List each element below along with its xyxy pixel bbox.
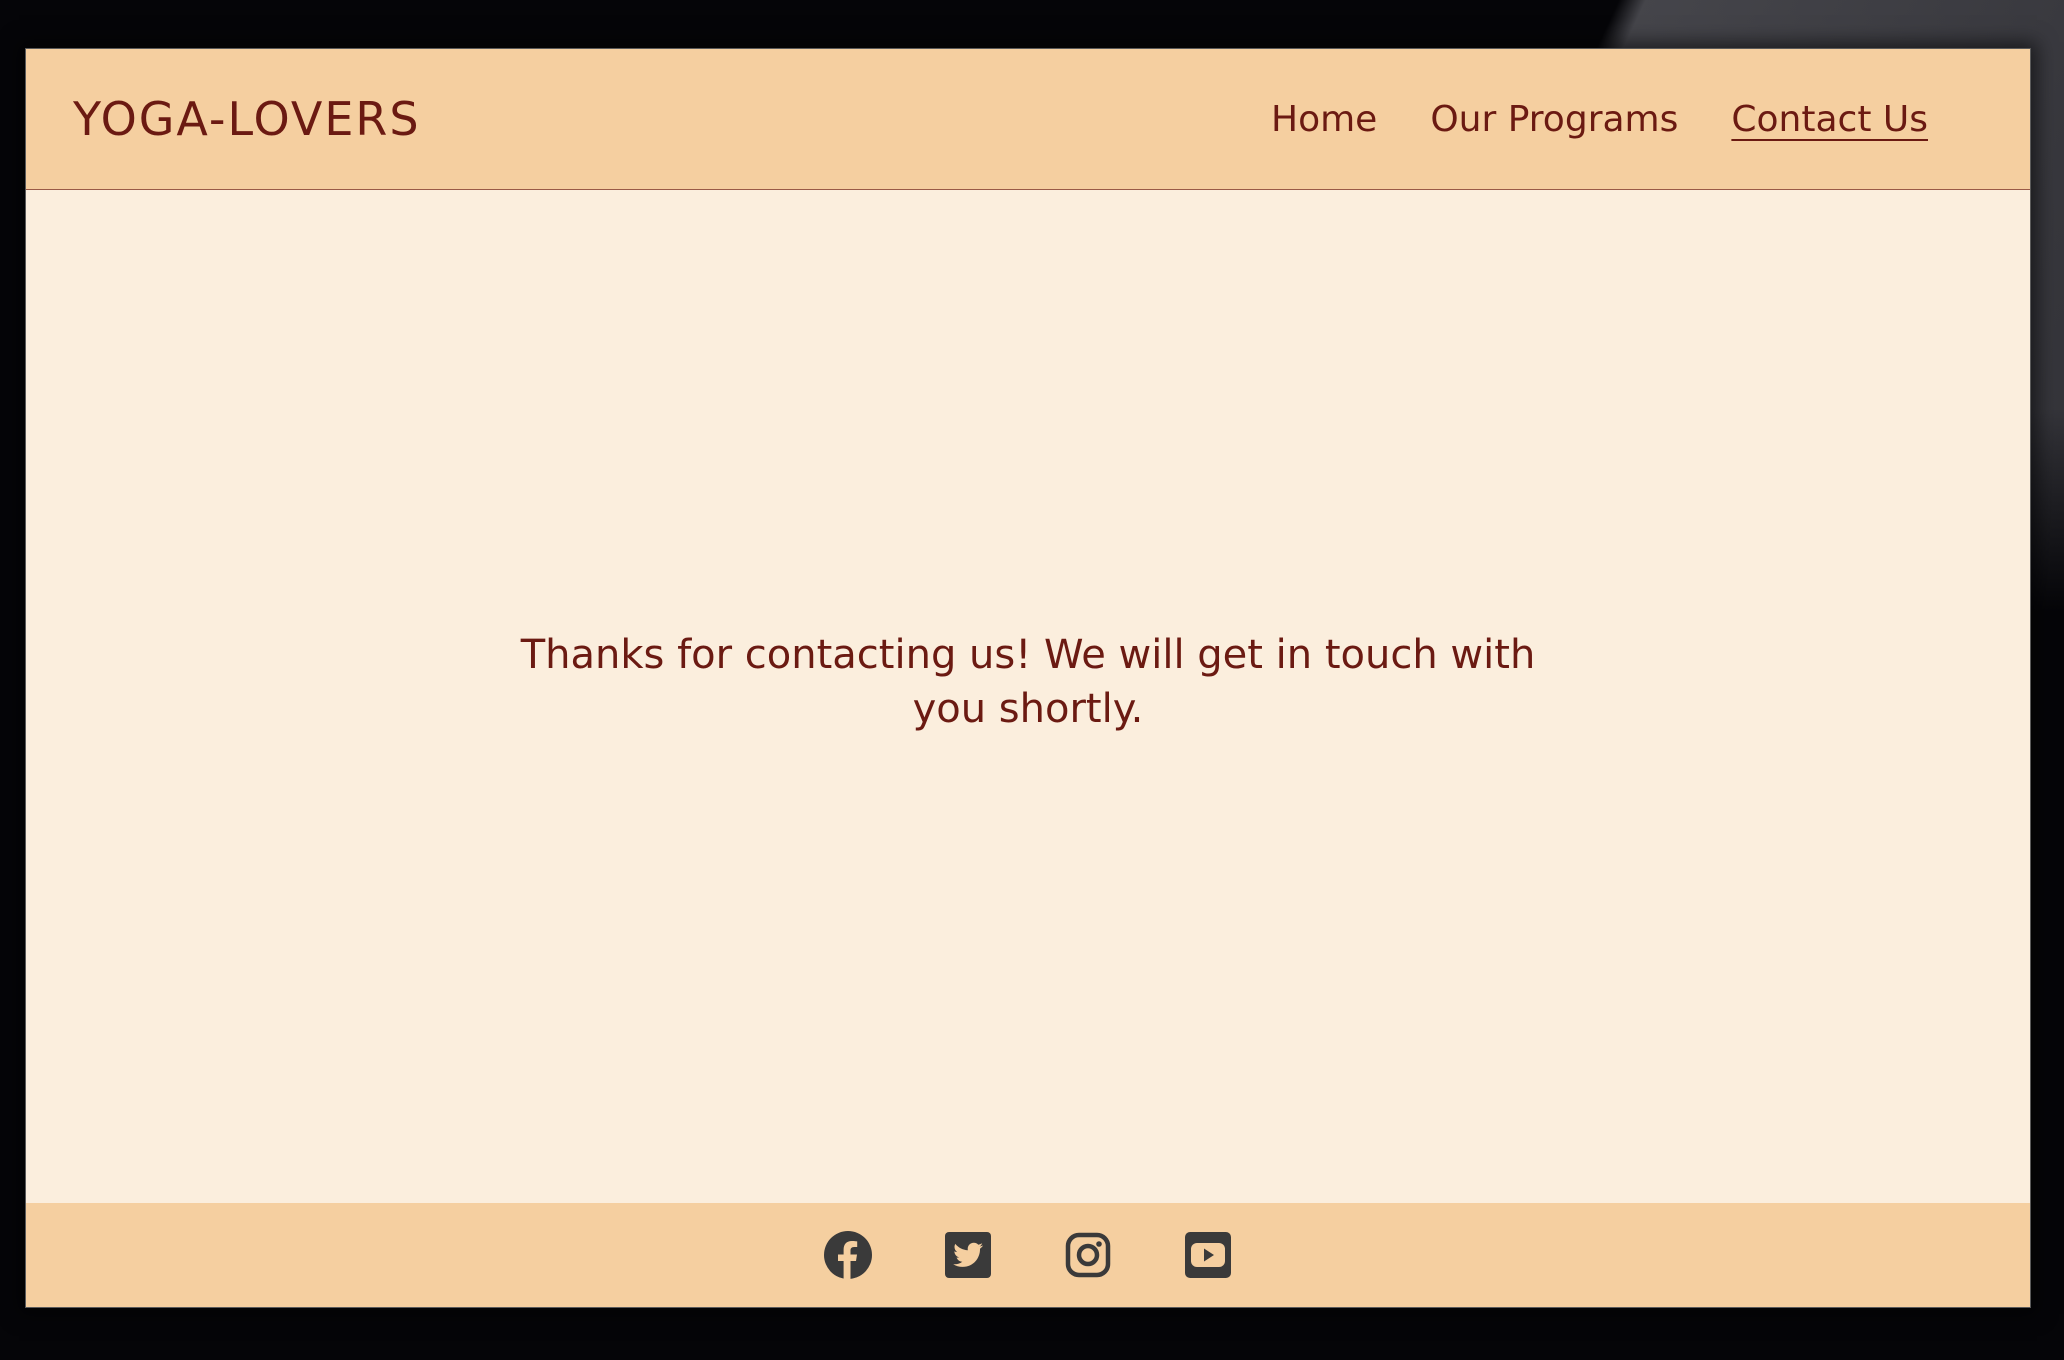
instagram-link[interactable] (1063, 1230, 1113, 1280)
site-logo[interactable]: YOGA-LOVERS (73, 92, 421, 146)
browser-viewport: YOGA-LOVERS Home Our Programs Contact Us… (25, 48, 2031, 1308)
youtube-link[interactable] (1183, 1230, 1233, 1280)
site-footer (26, 1203, 2030, 1307)
nav-link-our-programs[interactable]: Our Programs (1430, 99, 1678, 140)
thanks-message: Thanks for contacting us! We will get in… (520, 631, 1536, 732)
facebook-link[interactable] (823, 1230, 873, 1280)
main-content: Thanks for contacting us! We will get in… (26, 190, 2030, 1203)
twitter-link[interactable] (943, 1230, 993, 1280)
youtube-icon (1185, 1232, 1231, 1278)
facebook-icon (824, 1231, 872, 1279)
twitter-icon (945, 1232, 991, 1278)
site-header: YOGA-LOVERS Home Our Programs Contact Us (26, 49, 2030, 190)
nav-link-contact-us[interactable]: Contact Us (1731, 99, 1928, 140)
nav-link-home[interactable]: Home (1271, 99, 1377, 140)
main-nav: Home Our Programs Contact Us (1271, 99, 1928, 140)
instagram-icon (1065, 1232, 1111, 1278)
